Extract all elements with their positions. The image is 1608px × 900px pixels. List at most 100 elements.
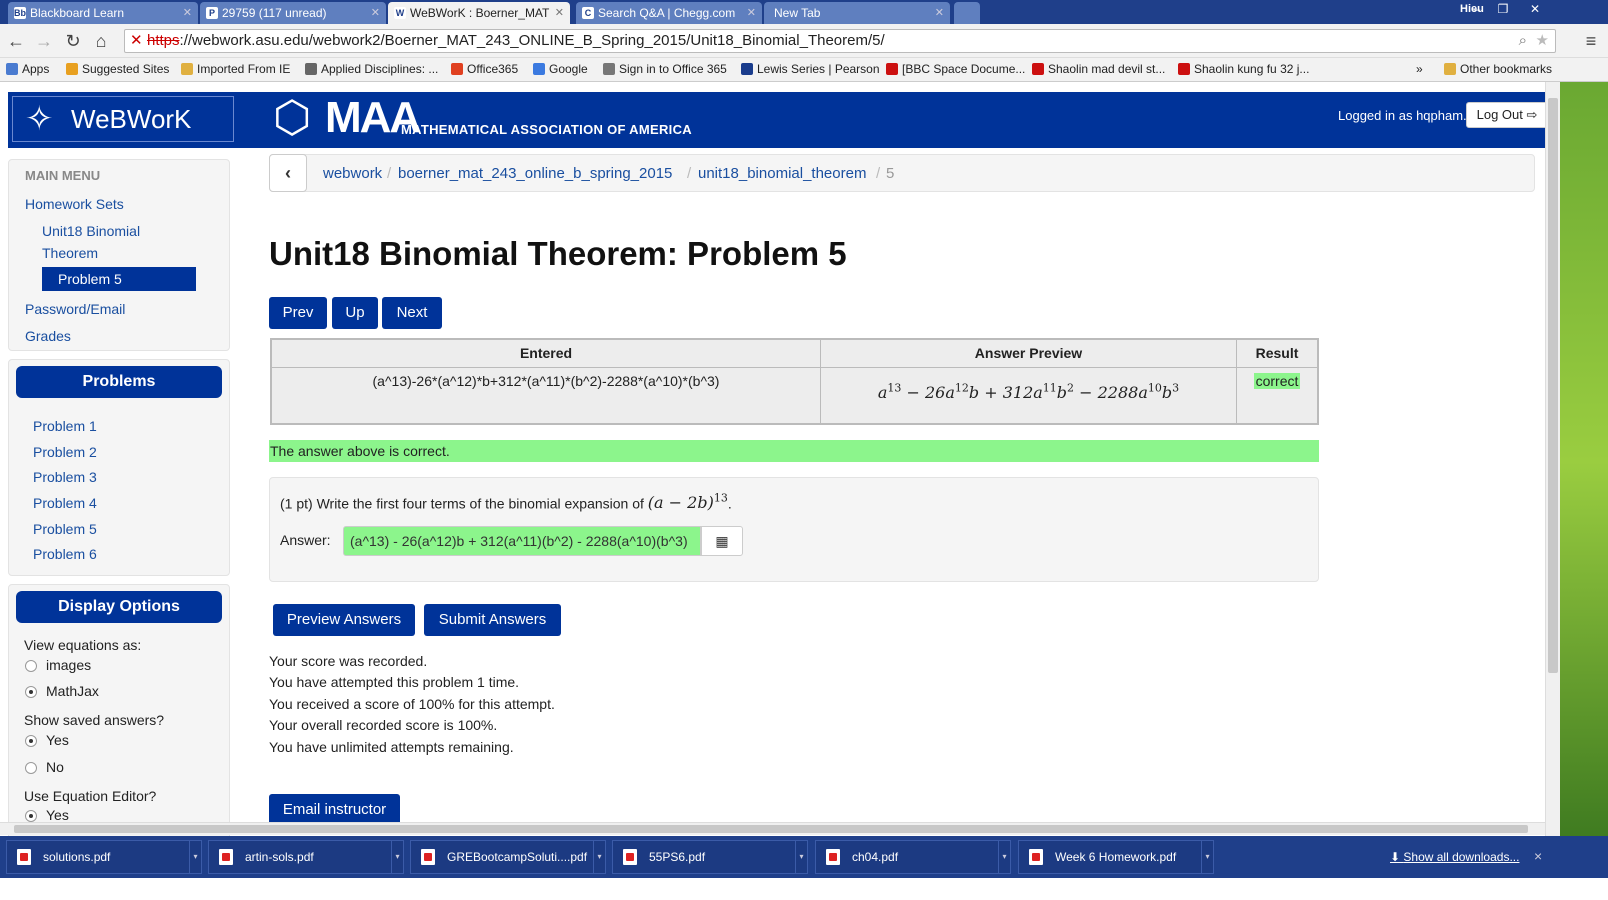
chevron-down-icon[interactable]: ▾ (1201, 841, 1213, 873)
logout-button[interactable]: Log Out ⇨ (1466, 102, 1548, 128)
bookmark-shaolin-1[interactable]: Shaolin mad devil st... (1032, 62, 1165, 76)
radio-editor-yes[interactable] (25, 810, 37, 822)
tab-blackboard[interactable]: Bb Blackboard Learn ✕ (8, 2, 198, 24)
tab-webwork[interactable]: W WeBWorK : Boerner_MAT ✕ (388, 2, 570, 24)
bookmark-office365[interactable]: Office365 (451, 62, 518, 76)
preview-answers-button[interactable]: Preview Answers (273, 604, 415, 636)
close-icon[interactable]: × (1534, 848, 1542, 864)
minimize-icon[interactable]: – (1466, 1, 1488, 17)
chevron-down-icon[interactable]: ▾ (998, 841, 1010, 873)
youtube-icon (886, 63, 898, 75)
submit-answers-button[interactable]: Submit Answers (424, 604, 561, 636)
breadcrumb: ‹ webwork / boerner_mat_243_online_b_spr… (269, 154, 1535, 192)
radio-saved-no[interactable] (25, 762, 37, 774)
active-problem-link[interactable]: Problem 5 (42, 267, 196, 291)
breadcrumb-back-button[interactable]: ‹ (269, 154, 307, 192)
grades-link[interactable]: Grades (25, 328, 71, 344)
up-button[interactable]: Up (332, 297, 378, 329)
bookmarks-overflow[interactable]: » (1416, 62, 1423, 76)
vertical-scrollbar[interactable] (1545, 82, 1560, 842)
crumb-separator: / (687, 165, 692, 182)
horizontal-scrollbar[interactable] (0, 822, 1545, 835)
homework-sets-link[interactable]: Homework Sets (25, 196, 124, 212)
prev-button[interactable]: Prev (269, 297, 327, 329)
tab-piazza[interactable]: P 29759 (117 unread) ✕ (200, 2, 386, 24)
forward-icon[interactable]: → (33, 30, 55, 52)
scrollbar-thumb[interactable] (14, 825, 1528, 833)
grid-icon: ▦ (715, 533, 729, 549)
bookmark-office-signin[interactable]: Sign in to Office 365 (603, 62, 727, 76)
problems-panel: Problems Problem 1 Problem 2 Problem 3 P… (8, 359, 230, 576)
problem-link-3[interactable]: Problem 3 (33, 469, 97, 485)
radio-saved-yes[interactable] (25, 735, 37, 747)
download-item[interactable]: artin-sols.pdf ▾ (208, 840, 404, 874)
page-viewport: ✧ WeBWorK ⬡ MAA MATHEMATICAL ASSOCIATION … (0, 82, 1608, 842)
chevron-down-icon[interactable]: ▾ (391, 841, 403, 873)
bookmark-pearson[interactable]: Lewis Series | Pearson (741, 62, 880, 76)
answer-input[interactable] (343, 526, 701, 556)
pdf-icon (623, 849, 637, 865)
radio-images[interactable] (25, 660, 37, 672)
restore-icon[interactable]: ❐ (1492, 1, 1514, 17)
close-icon[interactable]: ✕ (555, 2, 564, 24)
reload-icon[interactable]: ↻ (62, 30, 84, 52)
close-icon[interactable]: ✕ (747, 2, 756, 24)
bookmark-suggested-sites[interactable]: Suggested Sites (66, 62, 169, 76)
chevron-down-icon[interactable]: ▾ (189, 841, 201, 873)
next-button[interactable]: Next (382, 297, 442, 329)
bookmark-google[interactable]: Google (533, 62, 588, 76)
maa-icosahedron-icon: ⬡ (273, 93, 312, 142)
close-icon[interactable]: ✕ (183, 2, 192, 24)
address-bar[interactable]: ✕ https://webwork.asu.edu/webwork2/Boerne… (124, 29, 1556, 53)
downloads-bar: solutions.pdf ▾ artin-sols.pdf ▾ GREBootca… (0, 836, 1608, 878)
set-link-line1[interactable]: Unit18 Binomial (42, 223, 140, 239)
bookmark-shaolin-2[interactable]: Shaolin kung fu 32 j... (1178, 62, 1309, 76)
new-tab-button[interactable] (954, 2, 980, 24)
correct-message: The answer above is correct. (269, 440, 1319, 462)
equation-editor-button[interactable]: ▦ (701, 526, 743, 556)
radio-mathjax[interactable] (25, 686, 37, 698)
bookmark-applied[interactable]: Applied Disciplines: ... (305, 62, 438, 76)
scrollbar-thumb[interactable] (1548, 98, 1558, 673)
download-item[interactable]: solutions.pdf ▾ (6, 840, 202, 874)
download-item[interactable]: ch04.pdf ▾ (815, 840, 1011, 874)
problem-link-1[interactable]: Problem 1 (33, 418, 97, 434)
bookmark-bbc[interactable]: [BBC Space Docume... (886, 62, 1025, 76)
home-icon[interactable]: ⌂ (90, 30, 112, 52)
menu-icon[interactable]: ≡ (1580, 30, 1602, 52)
download-item[interactable]: 55PS6.pdf ▾ (612, 840, 808, 874)
close-window-icon[interactable]: ✕ (1524, 1, 1546, 17)
other-bookmarks[interactable]: Other bookmarks (1444, 62, 1552, 76)
bookmark-apps[interactable]: Apps (6, 62, 49, 76)
problem-link-2[interactable]: Problem 2 (33, 444, 97, 460)
webwork-star-icon: ✧ (25, 100, 54, 138)
download-item[interactable]: Week 6 Homework.pdf ▾ (1018, 840, 1214, 874)
close-icon[interactable]: ✕ (371, 2, 380, 24)
pdf-icon (421, 849, 435, 865)
crumb-course[interactable]: boerner_mat_243_online_b_spring_2015 (398, 165, 672, 182)
webwork-logo[interactable]: ✧ WeBWorK (12, 96, 234, 142)
zoom-icon[interactable]: ⌕ (1519, 30, 1527, 52)
crumb-set[interactable]: unit18_binomial_theorem (698, 165, 866, 182)
back-icon[interactable]: ← (5, 30, 27, 52)
bookmark-imported[interactable]: Imported From IE (181, 62, 290, 76)
entered-cell: (a^13)-26*(a^12)*b+312*(a^11)*(b^2)-2288… (372, 373, 720, 389)
apps-icon (6, 63, 18, 75)
show-all-downloads-link[interactable]: ⬇ Show all downloads... (1390, 850, 1519, 864)
crumb-webwork[interactable]: webwork (323, 165, 382, 182)
chevron-down-icon[interactable]: ▾ (593, 841, 605, 873)
download-item[interactable]: GREBootcampSoluti....pdf ▾ (410, 840, 606, 874)
password-email-link[interactable]: Password/Email (25, 301, 125, 317)
problem-link-6[interactable]: Problem 6 (33, 546, 97, 562)
insecure-icon: ✕ (130, 32, 143, 49)
tab-new[interactable]: New Tab ✕ (764, 2, 950, 24)
problem-link-5[interactable]: Problem 5 (33, 521, 97, 537)
problems-panel-title: Problems (16, 366, 222, 398)
chevron-down-icon[interactable]: ▾ (795, 841, 807, 873)
star-icon[interactable]: ★ (1536, 30, 1549, 52)
url-path: ://webwork.asu.edu/webwork2/Boerner_MAT_… (179, 32, 885, 49)
close-icon[interactable]: ✕ (935, 2, 944, 24)
problem-link-4[interactable]: Problem 4 (33, 495, 97, 511)
set-link-line2[interactable]: Theorem (42, 245, 98, 261)
tab-chegg[interactable]: C Search Q&A | Chegg.com ✕ (576, 2, 762, 24)
